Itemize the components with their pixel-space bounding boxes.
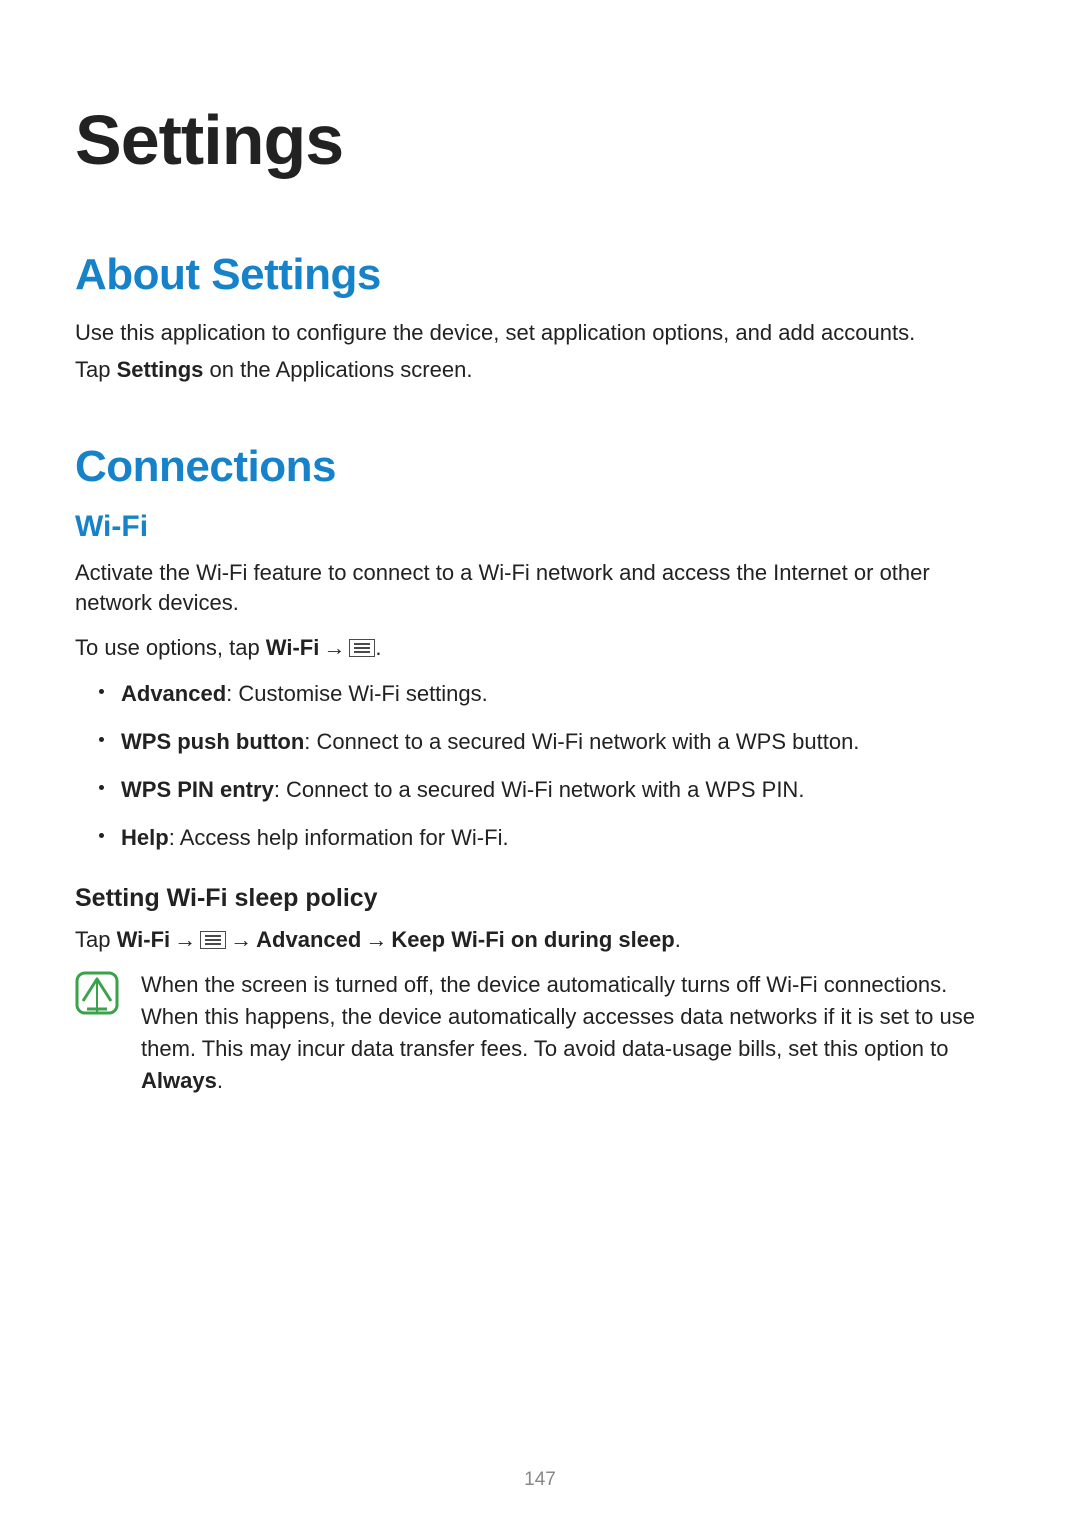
list-item: WPS PIN entry: Connect to a secured Wi-F… (121, 774, 1005, 806)
option-desc: : Customise Wi-Fi settings. (226, 681, 488, 706)
note-block: When the screen is turned off, the devic… (75, 969, 1005, 1097)
option-name: WPS PIN entry (121, 777, 274, 802)
sleep-path-line: Tap Wi-Fi → → Advanced → Keep Wi-Fi on d… (75, 925, 1005, 956)
arrow-icon: → (361, 925, 391, 956)
sleep-path-advanced: Advanced (256, 927, 361, 952)
page-title: Settings (75, 100, 1005, 180)
wifi-options-list: Advanced: Customise Wi-Fi settings. WPS … (75, 678, 1005, 854)
about-tap-suffix: on the Applications screen. (203, 357, 472, 382)
list-item: Help: Access help information for Wi-Fi. (121, 822, 1005, 854)
wifi-heading: Wi-Fi (75, 510, 1005, 544)
list-item: Advanced: Customise Wi-Fi settings. (121, 678, 1005, 710)
about-tap-bold: Settings (117, 357, 204, 382)
note-body: When the screen is turned off, the devic… (141, 972, 975, 1061)
sleep-heading: Setting Wi-Fi sleep policy (75, 884, 1005, 913)
connections-heading: Connections (75, 442, 1005, 492)
page-number: 147 (0, 1469, 1080, 1491)
arrow-icon: → (226, 925, 256, 956)
arrow-icon: → (319, 633, 349, 664)
sleep-path-prefix: Tap (75, 927, 117, 952)
wifi-options-bold: Wi-Fi (266, 635, 320, 660)
note-icon (75, 971, 119, 1015)
manual-page: Settings About Settings Use this applica… (0, 0, 1080, 1527)
menu-icon (200, 927, 226, 945)
about-heading: About Settings (75, 250, 1005, 300)
menu-icon (349, 635, 375, 653)
wifi-options-line: To use options, tap Wi-Fi → . (75, 633, 1005, 664)
option-name: Help (121, 825, 169, 850)
wifi-options-period: . (375, 635, 381, 660)
list-item: WPS push button: Connect to a secured Wi… (121, 726, 1005, 758)
about-intro: Use this application to configure the de… (75, 318, 1005, 349)
option-desc: : Access help information for Wi-Fi. (169, 825, 509, 850)
option-name: WPS push button (121, 729, 304, 754)
sleep-path-wifi: Wi-Fi (117, 927, 171, 952)
about-tap-prefix: Tap (75, 357, 117, 382)
option-desc: : Connect to a secured Wi-Fi network wit… (274, 777, 805, 802)
note-always: Always (141, 1068, 217, 1093)
wifi-intro: Activate the Wi-Fi feature to connect to… (75, 558, 1005, 620)
sleep-path-period: . (675, 927, 681, 952)
note-text: When the screen is turned off, the devic… (141, 969, 1005, 1097)
about-tap-line: Tap Settings on the Applications screen. (75, 355, 1005, 386)
note-period: . (217, 1068, 223, 1093)
option-desc: : Connect to a secured Wi-Fi network wit… (304, 729, 859, 754)
wifi-options-prefix: To use options, tap (75, 635, 266, 660)
sleep-path-keep: Keep Wi-Fi on during sleep (391, 927, 674, 952)
arrow-icon: → (170, 925, 200, 956)
option-name: Advanced (121, 681, 226, 706)
